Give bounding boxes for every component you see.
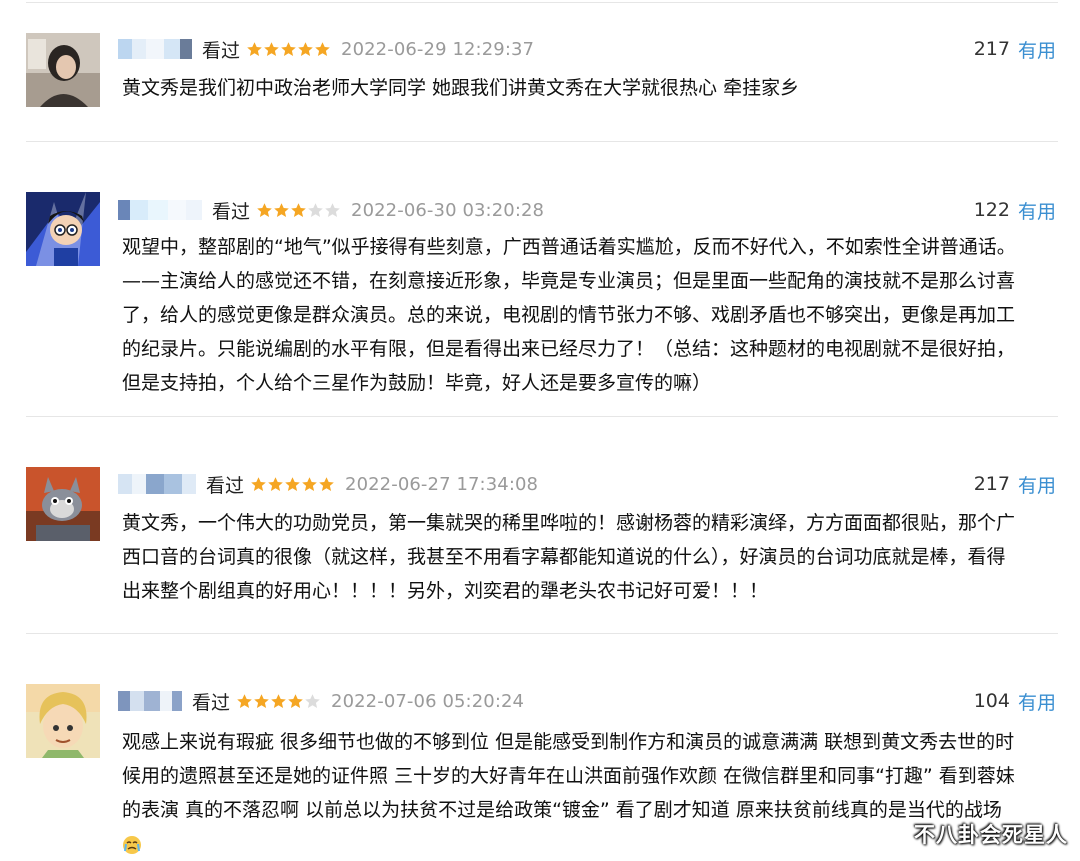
username-mosaic[interactable]	[118, 690, 182, 712]
star-filled-icon	[268, 476, 283, 491]
review-text: 黄文秀，一个伟大的功勋党员，第一集就哭的稀里哗啦的！感谢杨蓉的精彩演绎，方方面面…	[122, 506, 1052, 608]
review-line: 观感上来说有瑕疵 很多细节也做的不够到位 但是能感受到制作方和演员的诚意满满 联…	[122, 731, 1015, 753]
review-line: 了，给人的感觉更像是群众演员。总的来说，电视剧的情节张力不够、戏剧矛盾也不够突出…	[122, 304, 1016, 326]
review-line: 黄文秀是我们初中政治老师大学同学 她跟我们讲黄文秀在大学就很热心 牵挂家乡	[122, 77, 800, 99]
review-divider	[26, 416, 1058, 417]
review-timestamp: 2022-07-06 05:20:24	[331, 690, 525, 712]
star-filled-icon	[302, 476, 317, 491]
star-filled-icon	[254, 693, 269, 708]
star-filled-icon	[257, 202, 272, 217]
review-text: 观感上来说有瑕疵 很多细节也做的不够到位 但是能感受到制作方和演员的诚意满满 联…	[122, 725, 1052, 861]
review-line: 出来整个剧组真的好用心！！！！另外，刘奕君的犟老头农书记好可爱！！！	[122, 580, 769, 602]
useful-button[interactable]: 有用	[1018, 36, 1056, 63]
crying-face-icon	[123, 835, 141, 854]
useful-button[interactable]: 有用	[1018, 471, 1056, 498]
star-filled-icon	[319, 476, 334, 491]
watched-status: 看过	[202, 39, 241, 62]
review-line: 观望中，整部剧的“地气”似乎接得有些刻意，广西普通话着实尴尬，反而不好代入，不如…	[122, 236, 1016, 258]
review-line: 但是支持拍，个人给个三星作为鼓励！毕竟，好人还是要多宣传的嘛）	[122, 372, 712, 394]
star-filled-icon	[288, 693, 303, 708]
review-timestamp: 2022-06-29 12:29:37	[341, 38, 535, 60]
star-filled-icon	[271, 693, 286, 708]
useful-button[interactable]: 有用	[1018, 197, 1056, 224]
review-text: 观望中，整部剧的“地气”似乎接得有些刻意，广西普通话着实尴尬，反而不好代入，不如…	[122, 230, 1052, 400]
avatar[interactable]	[26, 467, 100, 541]
useful-count: 122	[973, 199, 1010, 221]
avatar[interactable]	[26, 684, 100, 758]
review-line: 西口音的台词真的很像（就这样，我甚至不用看字幕都能知道说的什么），好演员的台词功…	[122, 546, 1006, 568]
review-emoji-line	[122, 827, 1052, 861]
star-rating	[250, 476, 335, 493]
star-empty-icon	[308, 202, 323, 217]
star-rating	[256, 202, 341, 219]
username-mosaic[interactable]	[118, 473, 196, 495]
watched-status: 看过	[192, 691, 231, 714]
avatar[interactable]	[26, 33, 100, 107]
star-rating	[246, 41, 331, 58]
review-line: 的表演 真的不落忍啊 以前总以为扶贫不过是给政策“镀金” 看了剧才知道 原来扶贫…	[122, 799, 1002, 821]
star-filled-icon	[264, 41, 279, 56]
review-line: 候用的遗照甚至还是她的证件照 三十岁的大好青年在山洪面前强作欢颜 在微信群里和同…	[122, 765, 1015, 787]
review-line: 的纪录片。只能说编剧的水平有限，但是看得出来已经尽力了！（总结：这种题材的电视剧…	[122, 338, 1016, 360]
review-timestamp: 2022-06-30 03:20:28	[351, 199, 545, 221]
review-text: 黄文秀是我们初中政治老师大学同学 她跟我们讲黄文秀在大学就很热心 牵挂家乡	[122, 71, 1052, 105]
star-filled-icon	[247, 41, 262, 56]
watermark: 不八卦会死星人	[914, 823, 1068, 847]
review-timestamp: 2022-06-27 17:34:08	[345, 473, 539, 495]
star-empty-icon	[305, 693, 320, 708]
username-mosaic[interactable]	[118, 38, 192, 60]
avatar[interactable]	[26, 192, 100, 266]
star-filled-icon	[298, 41, 313, 56]
star-filled-icon	[251, 476, 266, 491]
watched-status: 看过	[212, 200, 251, 223]
star-rating	[236, 693, 321, 710]
star-filled-icon	[315, 41, 330, 56]
star-filled-icon	[281, 41, 296, 56]
review-line: ——主演给人的感觉还不错，在刻意接近形象，毕竟是专业演员；但是里面一些配角的演技…	[122, 270, 1016, 292]
star-filled-icon	[237, 693, 252, 708]
star-filled-icon	[291, 202, 306, 217]
review-divider	[26, 141, 1058, 142]
watched-status: 看过	[206, 474, 245, 497]
username-mosaic[interactable]	[118, 199, 202, 221]
star-filled-icon	[274, 202, 289, 217]
star-empty-icon	[325, 202, 340, 217]
useful-button[interactable]: 有用	[1018, 688, 1056, 715]
review-line: 黄文秀，一个伟大的功勋党员，第一集就哭的稀里哗啦的！感谢杨蓉的精彩演绎，方方面面…	[122, 512, 1016, 534]
review-divider	[26, 633, 1058, 634]
useful-count: 104	[973, 690, 1010, 712]
top-divider	[26, 2, 1058, 3]
star-filled-icon	[285, 476, 300, 491]
useful-count: 217	[973, 38, 1010, 60]
useful-count: 217	[973, 473, 1010, 495]
